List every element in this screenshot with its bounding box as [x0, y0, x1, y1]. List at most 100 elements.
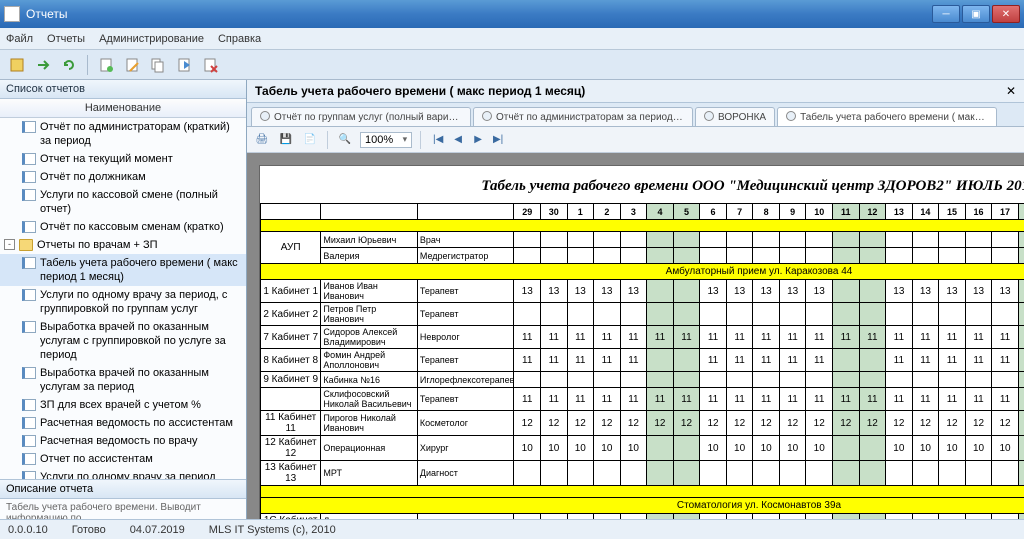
doc-icon — [22, 399, 36, 411]
day-header: 1 — [567, 204, 594, 220]
tree-item[interactable]: Отчет на текущий момент — [0, 150, 246, 168]
report-tab[interactable]: ВОРОНКА — [695, 107, 775, 126]
tree-item[interactable]: ЗП для всех врачей с учетом % — [0, 396, 246, 414]
cabinet-label: 1 Кабинет 1 — [261, 280, 321, 303]
minimize-button[interactable]: ─ — [932, 5, 960, 23]
day-cell — [540, 303, 567, 326]
day-cell: 11 — [1018, 326, 1024, 349]
day-header: 5 — [673, 204, 700, 220]
day-cell — [1018, 372, 1024, 388]
doc-icon — [22, 189, 36, 201]
maximize-button[interactable]: ▣ — [962, 5, 990, 23]
report-tab[interactable]: Табель учета рабочего времени ( макс пер… — [777, 107, 997, 126]
day-cell: 11 — [806, 349, 833, 372]
day-cell — [540, 372, 567, 388]
person-position: Диагност — [417, 461, 514, 486]
status-date: 04.07.2019 — [130, 524, 185, 536]
doc-delete-icon[interactable] — [199, 54, 221, 76]
day-cell: 12 — [912, 514, 939, 520]
tree-item[interactable]: Отчёт по администраторам (краткий) за пе… — [0, 118, 246, 150]
doc-move-icon[interactable] — [173, 54, 195, 76]
day-cell: 12 — [992, 514, 1019, 520]
day-cell — [965, 303, 992, 326]
doc-icon — [22, 453, 36, 465]
day-cell — [833, 372, 860, 388]
day-cell — [806, 303, 833, 326]
zoom-select[interactable]: 100% — [360, 132, 412, 148]
menu-help[interactable]: Справка — [218, 33, 261, 45]
day-cell: 11 — [779, 349, 806, 372]
tree-item[interactable]: Услуги по одному врачу за период, с груп… — [0, 286, 246, 318]
tree-item[interactable]: Отчёт по должникам — [0, 168, 246, 186]
tree-item[interactable]: Расчетная ведомость по ассистентам — [0, 414, 246, 432]
tree-item[interactable]: Расчетная ведомость по врачу — [0, 432, 246, 450]
close-button[interactable]: ✕ — [992, 5, 1020, 23]
nav-prev-icon[interactable]: ◀ — [449, 132, 467, 148]
tree-item-label: Услуги по одному врачу за период, с груп… — [40, 288, 242, 316]
day-cell: 13 — [594, 280, 621, 303]
report-tab[interactable]: Отчёт по администраторам за период по дн… — [473, 107, 693, 126]
zoom-icon[interactable]: 🔍 — [336, 132, 354, 148]
day-header: 3 — [620, 204, 647, 220]
tree-item[interactable]: -Отчеты по врачам + ЗП — [0, 236, 246, 254]
day-header: 6 — [700, 204, 727, 220]
day-cell — [753, 248, 780, 264]
day-cell — [753, 232, 780, 248]
tree-item[interactable]: Выработка врачей по оказанным услугам за… — [0, 364, 246, 396]
arrow-icon[interactable] — [32, 54, 54, 76]
tree-item[interactable]: Табель учета рабочего времени ( макс пер… — [0, 254, 246, 286]
day-cell: 11 — [647, 388, 674, 411]
save-icon[interactable]: 💾 — [277, 132, 295, 148]
tree-item[interactable]: Услуги по кассовой смене (полный отчет) — [0, 186, 246, 218]
day-cell: 12 — [514, 514, 541, 520]
left-header: Список отчетов — [0, 80, 246, 99]
doc-icon — [22, 289, 36, 301]
day-cell — [1018, 436, 1024, 461]
refresh-icon[interactable] — [58, 54, 80, 76]
book-icon[interactable] — [6, 54, 28, 76]
day-cell: 12 — [779, 411, 806, 436]
cabinet-label: 12 Кабинет 12 — [261, 436, 321, 461]
export-icon[interactable]: 📄 — [301, 132, 319, 148]
menu-admin[interactable]: Администрирование — [99, 33, 204, 45]
person-name: МРТ — [321, 461, 418, 486]
nav-last-icon[interactable]: ▶| — [489, 132, 507, 148]
day-cell: 12 — [753, 514, 780, 520]
day-cell — [965, 372, 992, 388]
tree-item[interactable]: Отчет по ассистентам — [0, 450, 246, 468]
timesheet-table: 2930123456789101112131415161718192021222… — [260, 203, 1024, 519]
expander-icon[interactable]: - — [4, 239, 15, 250]
day-cell: 12 — [620, 411, 647, 436]
report-viewport[interactable]: Табель учета рабочего времени ООО "Медиц… — [247, 153, 1024, 519]
tree-item-label: Услуги по кассовой смене (полный отчет) — [40, 188, 242, 216]
day-cell: 13 — [514, 280, 541, 303]
day-cell — [912, 461, 939, 486]
nav-next-icon[interactable]: ▶ — [469, 132, 487, 148]
day-cell: 13 — [992, 280, 1019, 303]
day-cell: 13 — [806, 280, 833, 303]
day-cell: 12 — [992, 411, 1019, 436]
tree-item[interactable]: Услуги по одному врачу за период — [0, 468, 246, 479]
tree-item-label: Отчёт по кассовым сменам (кратко) — [40, 220, 224, 234]
report-close-icon[interactable]: ✕ — [1006, 84, 1016, 98]
day-cell — [992, 232, 1019, 248]
doc-edit-icon[interactable] — [121, 54, 143, 76]
day-cell — [647, 232, 674, 248]
day-cell: 13 — [540, 280, 567, 303]
day-cell: 10 — [992, 436, 1019, 461]
tree-item[interactable]: Выработка врачей по оказанным услугам с … — [0, 318, 246, 364]
menu-file[interactable]: Файл — [6, 33, 33, 45]
doc-copy-icon[interactable] — [147, 54, 169, 76]
report-tab[interactable]: Отчёт по группам услуг (полный вариант) — [251, 107, 471, 126]
day-cell: 11 — [620, 326, 647, 349]
print-icon[interactable]: 🖨 — [253, 132, 271, 148]
day-cell: 11 — [647, 326, 674, 349]
day-cell — [726, 248, 753, 264]
aup-label: АУП — [261, 232, 321, 264]
day-cell — [939, 372, 966, 388]
nav-first-icon[interactable]: |◀ — [429, 132, 447, 148]
doc-new-icon[interactable] — [95, 54, 117, 76]
tree-item[interactable]: Отчёт по кассовым сменам (кратко) — [0, 218, 246, 236]
menu-reports[interactable]: Отчеты — [47, 33, 85, 45]
report-tree[interactable]: Отчёт по администраторам (краткий) за пе… — [0, 118, 246, 479]
